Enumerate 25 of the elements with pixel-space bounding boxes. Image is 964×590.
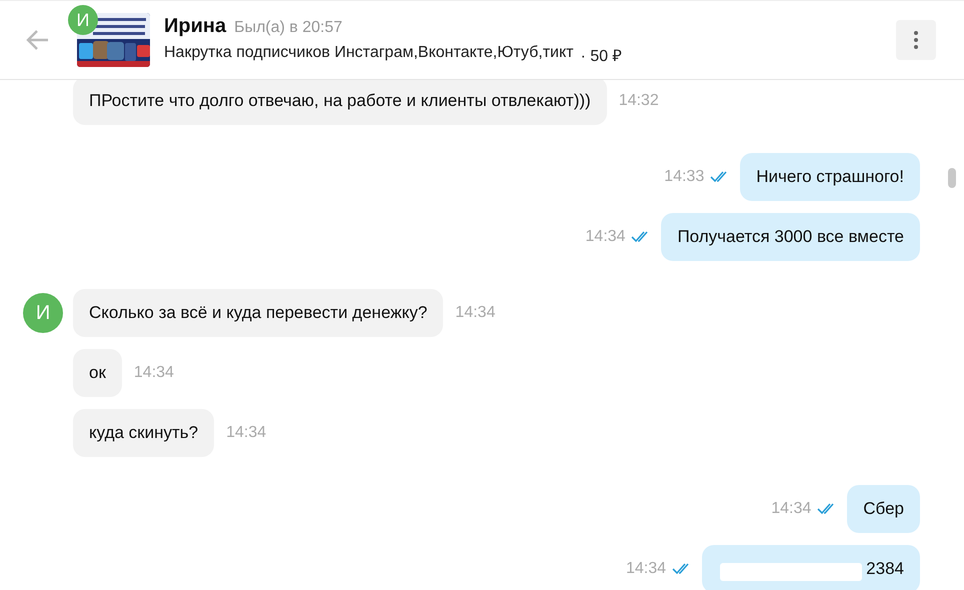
message-time: 14:34 [226,424,266,442]
more-icon[interactable] [914,31,918,49]
message-time: 14:33 [664,168,704,186]
message-time: 14:34 [455,304,496,322]
message-bubble: ок [73,349,122,397]
message-bubble: ПРостите что долго отвечаю, на работе и клиенты отвлекают))) [73,80,607,125]
message-time: 14:34 [585,228,626,246]
message-time: 14:34 [626,560,666,578]
message-bubble: 2384 [702,545,920,590]
contact-name: Ирина [164,14,226,38]
more-menu-button[interactable] [896,20,936,60]
contact-avatar: И [68,5,98,35]
message-time: 14:34 [134,364,174,382]
message-bubble: Сбер [847,485,920,533]
message-bubble: Получается 3000 все вместе [661,213,920,261]
listing-price: · 50 ₽ [580,46,622,66]
scrollbar-thumb[interactable] [948,168,956,188]
listing-title[interactable]: Накрутка подписчиков Инстаграм,Вконтакте,Ютуб,тикт [164,44,574,66]
sender-avatar: И [23,293,63,333]
message-time: 14:32 [618,92,659,110]
message-bubble: Сколько за всё и куда перевести денежку? [73,289,444,337]
message-time: 14:34 [771,500,812,518]
message-bubble: куда скинуть? [73,409,214,457]
last-seen-status: Был(а) в 20:57 [234,18,342,36]
message-bubble: Ничего страшного! [740,153,920,201]
